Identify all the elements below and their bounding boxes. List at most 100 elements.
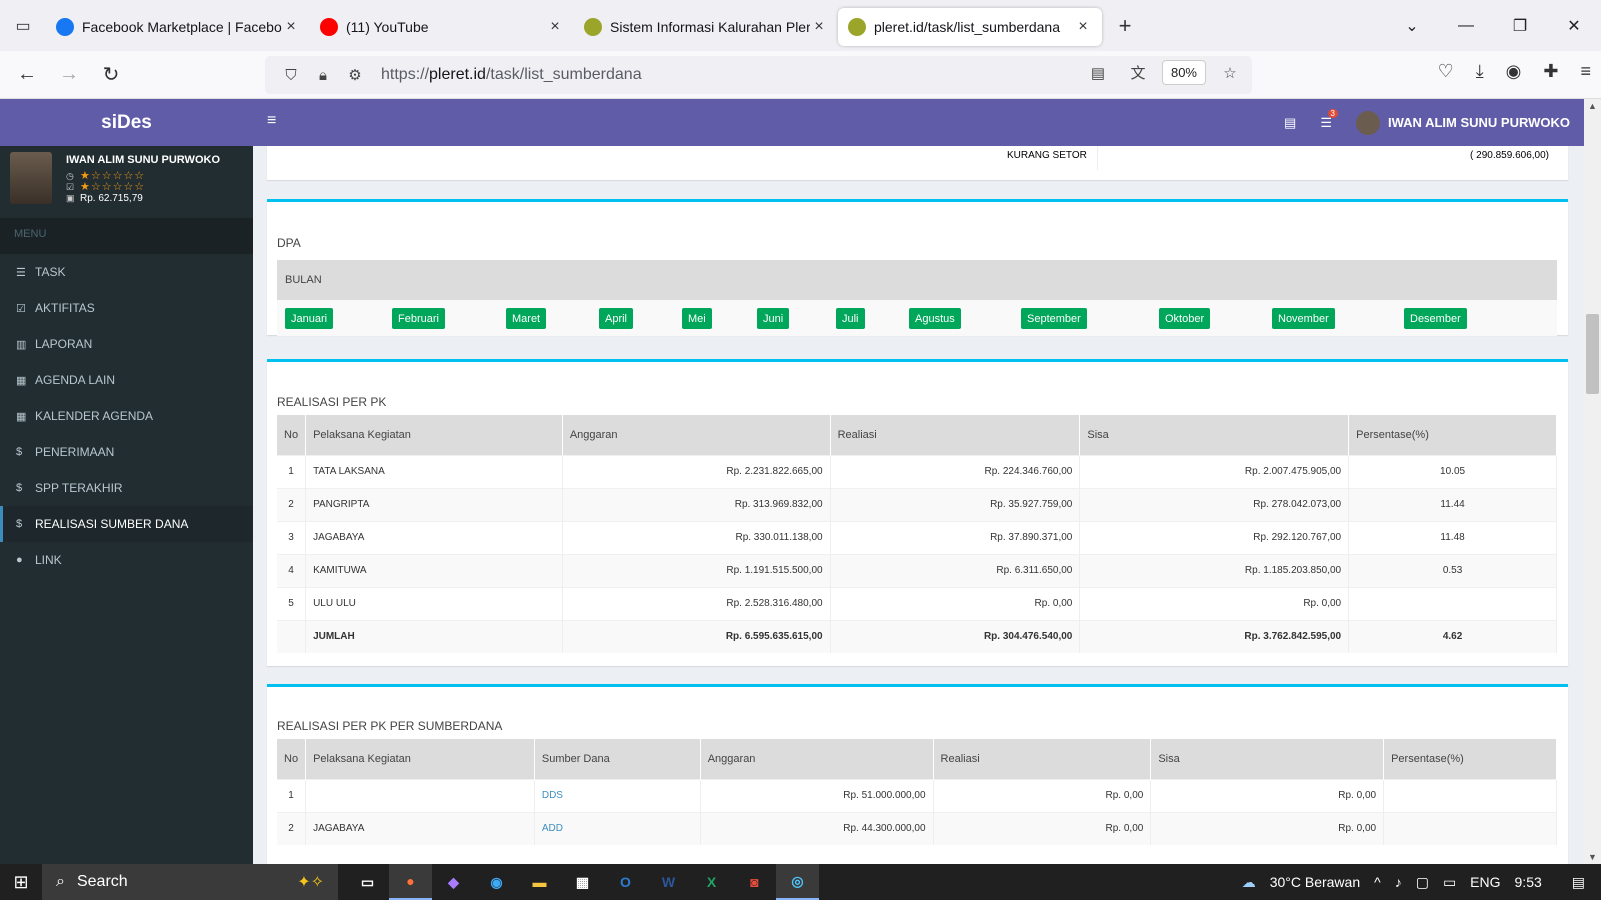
sidebar-toggle-icon[interactable]: ≡ bbox=[267, 112, 276, 130]
back-button[interactable]: ← bbox=[6, 63, 48, 86]
forward-button[interactable]: → bbox=[48, 63, 90, 86]
column-header[interactable]: Pelaksana Kegiatan bbox=[305, 739, 535, 779]
sidebar-item-task[interactable]: ☰ TASK bbox=[0, 254, 253, 290]
sidebar-item-penerimaan[interactable]: $ PENERIMAAN bbox=[0, 434, 253, 470]
clock[interactable]: 9:53 bbox=[1515, 874, 1542, 890]
scroll-up-icon[interactable]: ▲ bbox=[1584, 101, 1601, 111]
sidebar-item-spp-terakhir[interactable]: $ SPP TERAKHIR bbox=[0, 470, 253, 506]
zoom-level[interactable]: 80% bbox=[1161, 60, 1206, 85]
browser-tab[interactable]: Facebook Marketplace | Facebo × bbox=[46, 8, 310, 46]
shield-icon[interactable]: ⛉ bbox=[275, 67, 307, 84]
copilot-icon[interactable]: ◆ bbox=[432, 864, 475, 900]
lock-icon[interactable]: 🔒︎ bbox=[307, 67, 339, 84]
weather-icon[interactable]: ☁ bbox=[1242, 874, 1256, 891]
permissions-icon[interactable]: ⚙ bbox=[339, 66, 371, 84]
scroll-thumb[interactable] bbox=[1586, 314, 1599, 394]
meet-icon[interactable]: ▢ bbox=[1416, 874, 1429, 891]
account-icon[interactable]: ◉ bbox=[1506, 61, 1522, 82]
month-button-april[interactable]: April bbox=[599, 308, 634, 329]
sidebar-item-realisasi-sumber-dana[interactable]: $ REALISASI SUMBER DANA bbox=[0, 506, 253, 542]
browser-tab[interactable]: pleret.id/task/list_sumberdana × bbox=[838, 7, 1102, 46]
sidebar-item-kalender-agenda[interactable]: ▦ KALENDER AGENDA bbox=[0, 398, 253, 434]
month-button-november[interactable]: November bbox=[1272, 308, 1335, 329]
column-header[interactable]: Realiasi bbox=[830, 415, 1081, 455]
reader-view-icon[interactable]: ▤ bbox=[1082, 64, 1114, 82]
month-button-maret[interactable]: Maret bbox=[506, 308, 547, 329]
menu-icon[interactable]: ≡ bbox=[1580, 61, 1591, 82]
column-header[interactable]: Anggaran bbox=[700, 739, 934, 779]
volume-icon[interactable]: ♪ bbox=[1395, 874, 1402, 890]
month-button-agustus[interactable]: Agustus bbox=[909, 308, 961, 329]
task-view-icon[interactable]: ▭ bbox=[346, 864, 389, 900]
edge-icon[interactable]: ◉ bbox=[475, 864, 518, 900]
month-button-september[interactable]: September bbox=[1021, 308, 1087, 329]
month-button-mei[interactable]: Mei bbox=[682, 308, 712, 329]
column-header[interactable]: Pelaksana Kegiatan bbox=[305, 415, 563, 455]
rating-stars: ★☆☆☆☆☆ bbox=[80, 181, 146, 193]
camera-icon[interactable]: ◙ bbox=[733, 864, 776, 900]
sidebar-item-link[interactable]: ● LINK bbox=[0, 542, 253, 578]
file-explorer-icon[interactable]: ▬ bbox=[518, 864, 561, 900]
page-scrollbar[interactable]: ▲ ▼ bbox=[1584, 99, 1601, 864]
notifications-icon[interactable]: ☰ 3 bbox=[1320, 108, 1338, 131]
messages-icon[interactable]: ▤ bbox=[1284, 115, 1296, 131]
month-button-juli[interactable]: Juli bbox=[836, 308, 865, 329]
column-header[interactable]: Sumber Dana bbox=[534, 739, 701, 779]
network-icon[interactable]: ▭ bbox=[1443, 874, 1456, 891]
month-button-desember[interactable]: Desember bbox=[1404, 308, 1467, 329]
word-icon[interactable]: W bbox=[647, 864, 690, 900]
sidebar-item-agenda-lain[interactable]: ▦ AGENDA LAIN bbox=[0, 362, 253, 398]
chevron-up-icon[interactable]: ^ bbox=[1374, 874, 1381, 890]
translate-icon[interactable]: 文 bbox=[1122, 62, 1154, 83]
outlook-icon[interactable]: O bbox=[604, 864, 647, 900]
download-icon[interactable]: ⤓ bbox=[1476, 61, 1484, 82]
tab-list-icon[interactable]: ▭ bbox=[0, 0, 46, 51]
new-tab-button[interactable]: + bbox=[1110, 13, 1140, 39]
scroll-down-icon[interactable]: ▼ bbox=[1584, 852, 1601, 862]
column-header[interactable]: Realiasi bbox=[933, 739, 1152, 779]
month-button-oktober[interactable]: Oktober bbox=[1159, 308, 1211, 329]
language-indicator[interactable]: ENG bbox=[1470, 874, 1500, 890]
windows-start-icon[interactable]: ⊞ bbox=[0, 872, 42, 893]
close-tab-icon[interactable]: × bbox=[810, 18, 828, 36]
column-header[interactable]: No bbox=[277, 739, 307, 779]
browser-tab[interactable]: Sistem Informasi Kalurahan Pler × bbox=[574, 8, 838, 46]
sidebar-item-aktifitas[interactable]: ☑ AKTIFITAS bbox=[0, 290, 253, 326]
table-cell: Rp. 2.007.475.905,00 bbox=[1079, 454, 1350, 488]
restore-button[interactable]: ❐ bbox=[1493, 16, 1547, 36]
excel-icon[interactable]: X bbox=[690, 864, 733, 900]
month-button-juni[interactable]: Juni bbox=[757, 308, 790, 329]
sidebar-item-laporan[interactable]: ▥ LAPORAN bbox=[0, 326, 253, 362]
column-header[interactable]: Persentase(%) bbox=[1348, 415, 1557, 455]
url-text[interactable]: https://pleret.id/task/list_sumberdana bbox=[381, 66, 642, 84]
minimize-button[interactable]: — bbox=[1439, 17, 1493, 35]
month-button-januari[interactable]: Januari bbox=[285, 308, 334, 329]
extensions-icon[interactable]: ✚ bbox=[1543, 61, 1558, 82]
chrome-icon[interactable]: ◎ bbox=[776, 864, 819, 900]
brand-logo[interactable]: siDes bbox=[0, 99, 253, 146]
close-tab-icon[interactable]: × bbox=[1074, 18, 1092, 36]
pocket-icon[interactable]: ♡ bbox=[1438, 61, 1454, 82]
table-cell[interactable]: DDS bbox=[534, 778, 701, 812]
url-bar[interactable]: ⛉ 🔒︎ ⚙ https://pleret.id/task/list_sumbe… bbox=[265, 56, 1252, 94]
close-window-button[interactable]: ✕ bbox=[1547, 16, 1601, 36]
column-header[interactable]: Sisa bbox=[1079, 415, 1350, 455]
column-header[interactable]: Sisa bbox=[1150, 739, 1385, 779]
bookmark-star-icon[interactable]: ☆ bbox=[1214, 64, 1246, 82]
taskbar-search[interactable]: ⌕ Search ✦✧ bbox=[42, 864, 338, 900]
firefox-icon[interactable]: ● bbox=[389, 864, 432, 900]
column-header[interactable]: Anggaran bbox=[562, 415, 831, 455]
store-icon[interactable]: ▦ bbox=[561, 864, 604, 900]
close-tab-icon[interactable]: × bbox=[546, 18, 564, 36]
notification-center-icon[interactable]: ▤ bbox=[1572, 874, 1585, 891]
column-header[interactable]: No bbox=[277, 415, 307, 455]
weather-text[interactable]: 30°C Berawan bbox=[1270, 874, 1360, 890]
browser-tab[interactable]: (11) YouTube × bbox=[310, 8, 574, 46]
table-cell[interactable]: ADD bbox=[534, 811, 701, 845]
column-header[interactable]: Persentase(%) bbox=[1383, 739, 1557, 779]
reload-button[interactable]: ↻ bbox=[90, 62, 132, 87]
month-button-februari[interactable]: Februari bbox=[392, 308, 445, 329]
tab-overflow-icon[interactable]: ⌄ bbox=[1385, 16, 1439, 36]
user-menu[interactable]: IWAN ALIM SUNU PURWOKO bbox=[1356, 110, 1570, 135]
close-tab-icon[interactable]: × bbox=[282, 18, 300, 36]
